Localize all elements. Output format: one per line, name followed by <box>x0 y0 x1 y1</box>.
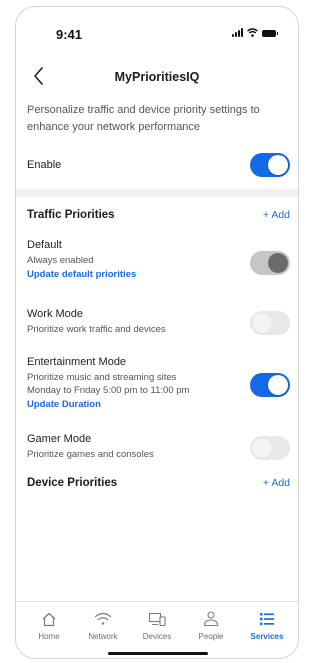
nav-bar: MyPrioritiesIQ <box>16 63 298 93</box>
gamer-mode-toggle[interactable] <box>250 436 290 460</box>
default-toggle <box>250 251 290 275</box>
status-bar: 9:41 <box>16 7 298 53</box>
tab-label: People <box>198 632 224 641</box>
entertainment-mode-toggle[interactable] <box>250 373 290 397</box>
battery-icon <box>262 30 278 37</box>
tab-network[interactable]: Network <box>78 610 128 641</box>
status-icons <box>232 28 278 37</box>
tab-label: Home <box>38 632 60 641</box>
add-device-priority-button[interactable]: + Add <box>263 477 290 489</box>
priority-name: Entertainment Mode <box>27 356 127 368</box>
tab-label: Network <box>88 632 118 641</box>
toggle-knob <box>252 438 272 458</box>
tab-bar: Home Network Devices People Services <box>16 601 298 658</box>
tab-home[interactable]: Home <box>24 610 74 641</box>
priority-entertainment-mode: Entertainment Mode Prioritize music and … <box>27 356 290 420</box>
wifi-icon <box>94 612 112 625</box>
traffic-priorities-heading: Traffic Priorities <box>27 209 115 221</box>
enable-row: Enable <box>27 151 290 179</box>
home-icon <box>42 612 56 626</box>
page-title: MyPrioritiesIQ <box>114 70 200 84</box>
priority-name: Default <box>27 239 62 251</box>
device-priorities-heading: Device Priorities <box>27 477 118 489</box>
page-description: Personalize traffic and device priority … <box>27 104 260 133</box>
signal-icon <box>232 28 243 37</box>
toggle-knob <box>268 253 288 273</box>
priority-work-mode: Work Mode Prioritize work traffic and de… <box>27 308 290 348</box>
list-icon <box>260 613 274 626</box>
tab-services[interactable]: Services <box>242 610 292 641</box>
priority-gamer-mode: Gamer Mode Prioritize games and consoles <box>27 433 290 473</box>
update-duration-link[interactable]: Update Duration <box>27 399 290 410</box>
add-traffic-priority-button[interactable]: + Add <box>263 209 290 221</box>
toggle-knob <box>268 155 288 175</box>
tab-devices[interactable]: Devices <box>132 610 182 641</box>
tab-label: Services <box>250 632 284 641</box>
toggle-knob <box>252 313 272 333</box>
enable-label: Enable <box>27 159 62 171</box>
devices-icon <box>148 612 166 626</box>
phone-frame: 9:41 MyPrioritiesIQ Personalize traffic … <box>15 6 299 659</box>
tab-people[interactable]: People <box>186 610 236 641</box>
toggle-knob <box>268 375 288 395</box>
traffic-priorities-header: Traffic Priorities + Add <box>27 207 290 225</box>
people-icon <box>203 611 219 627</box>
home-indicator <box>108 652 208 655</box>
wifi-status-icon <box>247 28 258 37</box>
priority-default: Default Always enabled Update default pr… <box>27 239 290 289</box>
tab-label: Devices <box>142 632 172 641</box>
section-divider <box>16 189 298 197</box>
status-time: 9:41 <box>56 27 83 42</box>
update-default-priorities-link[interactable]: Update default priorities <box>27 269 290 280</box>
work-mode-toggle[interactable] <box>250 311 290 335</box>
device-priorities-header: Device Priorities + Add <box>27 475 290 493</box>
enable-toggle[interactable] <box>250 153 290 177</box>
